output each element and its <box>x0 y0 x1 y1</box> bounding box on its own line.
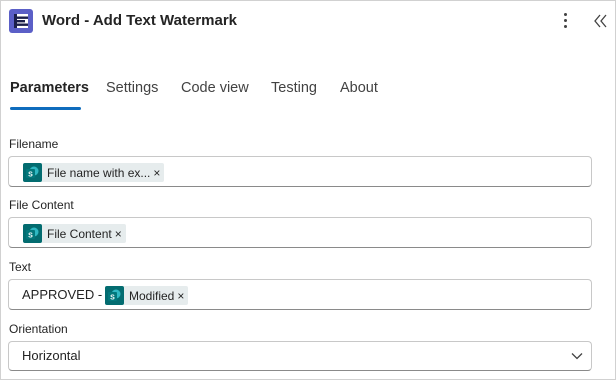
tab-parameters[interactable]: Parameters <box>10 80 89 96</box>
tab-bar: Parameters Settings Code view Testing Ab… <box>1 69 615 111</box>
filename-token[interactable]: S File name with ex... × <box>23 163 165 182</box>
panel-title: Word - Add Text Watermark <box>42 12 238 29</box>
chevron-down-icon <box>571 353 583 360</box>
orientation-label: Orientation <box>9 322 68 336</box>
tab-settings[interactable]: Settings <box>106 80 158 96</box>
action-panel: Word - Add Text Watermark Parameters Set… <box>0 0 616 380</box>
orientation-value: Horizontal <box>22 348 81 363</box>
remove-token-button[interactable]: × <box>112 227 126 241</box>
more-vertical-icon <box>564 13 567 16</box>
encodian-logo-icon <box>9 9 33 33</box>
token-label: Modified <box>129 288 175 303</box>
tab-testing[interactable]: Testing <box>271 80 317 96</box>
text-label: Text <box>9 260 32 274</box>
modified-token[interactable]: S Modified × <box>105 286 189 305</box>
text-field[interactable]: APPROVED - S Modified × <box>8 279 592 310</box>
svg-text:S: S <box>28 172 33 179</box>
tab-about[interactable]: About <box>340 80 378 96</box>
sharepoint-icon: S <box>105 286 124 305</box>
orientation-dropdown[interactable]: Horizontal <box>8 341 592 371</box>
remove-token-button[interactable]: × <box>150 166 164 180</box>
remove-token-button[interactable]: × <box>174 289 188 303</box>
double-chevron-left-icon <box>594 14 607 28</box>
sharepoint-icon: S <box>23 163 42 182</box>
more-options-button[interactable] <box>557 10 575 32</box>
file-content-label: File Content <box>9 198 74 212</box>
filename-label: Filename <box>9 137 59 151</box>
svg-text:S: S <box>110 295 115 302</box>
panel-header: Word - Add Text Watermark <box>1 1 615 41</box>
filename-field[interactable]: S File name with ex... × <box>8 156 592 187</box>
collapse-panel-button[interactable] <box>591 11 611 31</box>
tab-code-view[interactable]: Code view <box>181 80 249 96</box>
text-prefix: APPROVED - <box>22 287 103 302</box>
active-tab-indicator <box>10 107 81 110</box>
svg-text:S: S <box>28 233 33 240</box>
token-label: File name with ex... <box>47 165 151 180</box>
sharepoint-icon: S <box>23 224 42 243</box>
token-label: File Content <box>47 226 112 241</box>
file-content-token[interactable]: S File Content × <box>23 224 126 243</box>
file-content-field[interactable]: S File Content × <box>8 217 592 248</box>
